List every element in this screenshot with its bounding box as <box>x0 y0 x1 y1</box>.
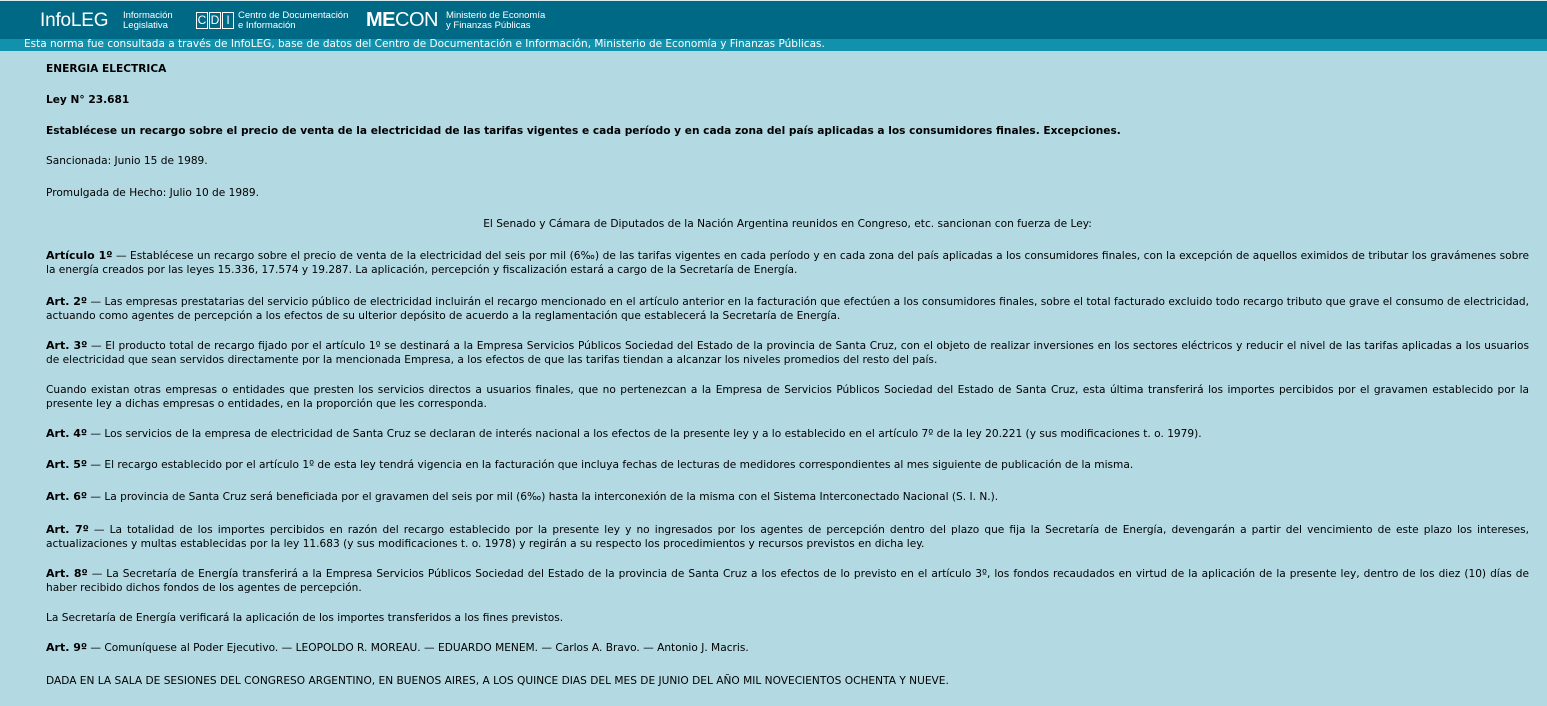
header-bar: InfoLEG Información Legislativa C D I Ce… <box>0 0 1547 40</box>
cdi-logo-subtitle: Centro de Documentación e Información <box>238 10 349 31</box>
source-notice: Esta norma fue consultada a través de In… <box>24 38 825 50</box>
article-label: Art. 4º <box>46 427 88 440</box>
article-4: Art. 4º — Los servicios de la empresa de… <box>46 427 1529 441</box>
article-5: Art. 5º — El recargo establecido por el … <box>46 458 1529 472</box>
document-subject: ENERGIA ELECTRICA <box>46 63 167 75</box>
article-3: Art. 3º — El producto total de recargo f… <box>46 339 1529 367</box>
promulgation-date: Promulgada de Hecho: Julio 10 de 1989. <box>46 187 259 199</box>
article-label: Art. 7º <box>46 523 89 536</box>
article-label: Art. 3º <box>46 339 88 352</box>
article-label: Artículo 1º <box>46 249 113 262</box>
article-8: Art. 8º — La Secretaría de Energía trans… <box>46 567 1529 595</box>
article-label: Art. 5º <box>46 458 88 471</box>
article-text: — Los servicios de la empresa de electri… <box>87 428 1202 440</box>
law-summary: Establécese un recargo sobre el precio d… <box>46 125 1121 137</box>
article-9: Art. 9º — Comuníquese al Poder Ejecutivo… <box>46 641 1529 655</box>
article-text: — Las empresas prestatarias del servicio… <box>46 296 1529 322</box>
article-text: — El producto total de recargo fijado po… <box>46 340 1530 366</box>
article-3-continuation: Cuando existan otras empresas o entidade… <box>46 384 1529 410</box>
article-text: — La provincia de Santa Cruz será benefi… <box>87 491 999 503</box>
article-6: Art. 6º — La provincia de Santa Cruz ser… <box>46 490 1529 504</box>
mecon-logo[interactable]: MECON <box>366 9 438 32</box>
cdi-logo[interactable]: C D I <box>196 12 234 29</box>
article-1: Artículo 1º — Establécese un recargo sob… <box>46 249 1529 277</box>
closing-statement: DADA EN LA SALA DE SESIONES DEL CONGRESO… <box>46 675 949 687</box>
article-label: Art. 2º <box>46 295 88 308</box>
article-text: — Establécese un recargo sobre el precio… <box>46 250 1529 276</box>
article-text: — La Secretaría de Energía transferirá a… <box>46 568 1529 594</box>
article-2: Art. 2º — Las empresas prestatarias del … <box>46 295 1529 323</box>
sanction-date: Sancionada: Junio 15 de 1989. <box>46 155 208 167</box>
preamble: El Senado y Cámara de Diputados de la Na… <box>483 218 1092 230</box>
cdi-letter: D <box>209 12 221 29</box>
infoleg-logo-subtitle: Información Legislativa <box>123 10 173 31</box>
article-label: Art. 6º <box>46 490 88 503</box>
article-label: Art. 8º <box>46 567 88 580</box>
law-number: Ley N° 23.681 <box>46 94 130 106</box>
article-text: — La totalidad de los importes percibido… <box>46 524 1530 550</box>
mecon-logo-subtitle: Ministerio de Economía y Finanzas Públic… <box>446 10 546 31</box>
article-7: Art. 7º — La totalidad de los importes p… <box>46 523 1529 551</box>
infoleg-logo[interactable]: InfoLEG <box>40 10 109 32</box>
article-text: — Comuníquese al Poder Ejecutivo. — LEOP… <box>87 642 749 654</box>
article-text: — El recargo establecido por el artículo… <box>87 459 1134 471</box>
article-8-continuation: La Secretaría de Energía verificará la a… <box>46 612 564 624</box>
article-label: Art. 9º <box>46 641 88 654</box>
cdi-letter: C <box>196 12 208 29</box>
cdi-letter: I <box>222 12 234 29</box>
